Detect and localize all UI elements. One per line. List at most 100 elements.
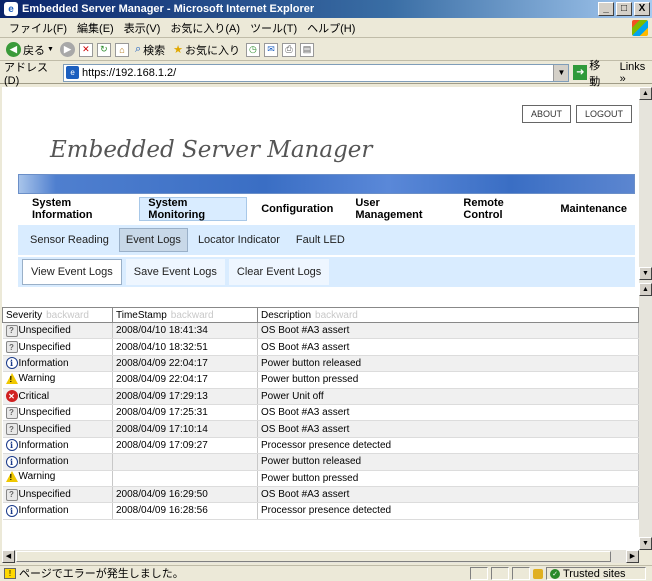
- tab-user-management[interactable]: User Management: [347, 197, 449, 221]
- about-button[interactable]: ABOUT: [522, 105, 572, 123]
- warning-icon: !: [5, 471, 18, 483]
- table-row[interactable]: ? Unspecified 2008/04/10 18:41:34 OS Boot #…: [2, 322, 639, 340]
- tab-sensor-reading[interactable]: Sensor Reading: [24, 228, 115, 252]
- status-message: ページでエラーが発生しました。: [19, 568, 184, 580]
- scroll-up-icon-2[interactable]: ▲: [639, 283, 652, 296]
- back-label: 戻る: [23, 44, 45, 57]
- severity-cell: ? Unspecified: [2, 420, 113, 438]
- severity-label: Warning: [18, 471, 56, 483]
- favorites-label: お気に入り: [184, 44, 240, 57]
- severity-wrapper: i Information: [5, 504, 69, 517]
- history-icon[interactable]: ◷: [245, 42, 260, 57]
- severity-label: Information: [18, 505, 69, 517]
- tab-maintenance[interactable]: Maintenance: [552, 197, 635, 221]
- tab-configuration[interactable]: Configuration: [253, 197, 341, 221]
- tab-remote-control[interactable]: Remote Control: [455, 197, 546, 221]
- timestamp-cell: 2008/04/09 17:09:27: [112, 437, 258, 455]
- unspecified-icon: ?: [5, 324, 18, 337]
- tab-event-logs[interactable]: Event Logs: [118, 228, 188, 252]
- tab-view-event-logs[interactable]: View Event Logs: [22, 259, 122, 285]
- tab-clear-event-logs[interactable]: Clear Event Logs: [228, 259, 330, 285]
- search-icon: ⌕: [134, 43, 142, 55]
- timestamp-cell: 2008/04/09 22:04:17: [112, 371, 258, 389]
- scroll-down-icon[interactable]: ▼: [639, 267, 652, 280]
- table-row[interactable]: ! Warning Power button pressed: [2, 470, 639, 487]
- table-row[interactable]: ? Unspecified 2008/04/09 16:29:50 OS Boot #…: [2, 486, 639, 504]
- menu-file[interactable]: ファイル(F): [4, 20, 72, 36]
- severity-label: Unspecified: [18, 489, 71, 501]
- main-tabs: System Information System Monitoring Con…: [18, 194, 635, 224]
- print-icon[interactable]: ⎙: [281, 42, 296, 57]
- timestamp-column-header[interactable]: TimeStamp backward: [112, 307, 258, 323]
- table-row[interactable]: i Information 2008/04/09 16:28:56 Processor…: [2, 502, 639, 520]
- logout-button[interactable]: LOGOUT: [576, 105, 633, 123]
- description-cell: Power Unit off: [257, 388, 639, 405]
- menu-view[interactable]: 表示(V): [119, 20, 166, 36]
- vertical-scrollbar[interactable]: ▲ ▼ ▲ ▼: [639, 87, 652, 550]
- description-column-header[interactable]: Description backward: [257, 307, 639, 323]
- maximize-button[interactable]: □: [616, 2, 632, 16]
- tab-locator-indicator[interactable]: Locator Indicator: [192, 228, 286, 252]
- links-button[interactable]: Links »: [620, 61, 652, 85]
- scroll-right-icon[interactable]: ▶: [626, 550, 639, 563]
- error-warning-icon[interactable]: !: [4, 567, 16, 579]
- table-row[interactable]: ! Warning 2008/04/09 22:04:17 Power button …: [2, 371, 639, 389]
- minimize-button[interactable]: _: [598, 2, 614, 16]
- tab-system-monitoring[interactable]: System Monitoring: [139, 197, 248, 221]
- close-button[interactable]: X: [634, 2, 650, 16]
- mail-icon[interactable]: ✉: [263, 42, 278, 57]
- back-button[interactable]: ◀ 戻る ▼: [4, 42, 56, 58]
- severity-wrapper: i Information: [5, 455, 69, 468]
- table-row[interactable]: ? Unspecified 2008/04/09 17:10:14 OS Boot #…: [2, 420, 639, 438]
- refresh-icon[interactable]: ↻: [96, 42, 111, 57]
- severity-wrapper: ! Warning: [5, 372, 55, 384]
- lock-icon[interactable]: [533, 568, 543, 579]
- menu-edit[interactable]: 編集(E): [72, 20, 119, 36]
- stop-icon[interactable]: ✕: [78, 42, 93, 57]
- status-zones: ✓ Trusted sites: [470, 567, 646, 580]
- tab-system-information[interactable]: System Information: [24, 197, 133, 221]
- menu-help[interactable]: ヘルプ(H): [302, 20, 360, 36]
- go-button[interactable]: ➜ 移動: [573, 57, 609, 89]
- tab-save-event-logs[interactable]: Save Event Logs: [125, 259, 225, 285]
- severity-wrapper: ? Unspecified: [5, 488, 71, 501]
- table-row[interactable]: ? Unspecified 2008/04/10 18:32:51 OS Boot #…: [2, 338, 639, 356]
- scroll-down-icon-2[interactable]: ▼: [639, 537, 652, 550]
- table-row[interactable]: i Information 2008/04/09 22:04:17 Power but…: [2, 355, 639, 373]
- severity-cell: ? Unspecified: [2, 322, 113, 340]
- table-row[interactable]: i Information 2008/04/09 17:09:27 Processor…: [2, 437, 639, 455]
- severity-cell: ✕ Critical: [2, 388, 113, 405]
- severity-column-header[interactable]: Severity backward: [2, 307, 113, 323]
- severity-cell: ? Unspecified: [2, 338, 113, 356]
- description-sort-link[interactable]: backward: [315, 310, 358, 321]
- timestamp-sort-link[interactable]: backward: [171, 310, 214, 321]
- timestamp-cell: 2008/04/09 17:29:13: [112, 388, 258, 405]
- security-zone[interactable]: ✓ Trusted sites: [546, 567, 646, 580]
- edit-icon[interactable]: ▤: [299, 42, 314, 57]
- address-dropdown-icon[interactable]: ▼: [553, 64, 569, 81]
- unspecified-icon: ?: [5, 406, 18, 419]
- menu-favorites[interactable]: お気に入り(A): [165, 20, 245, 36]
- severity-wrapper: i Information: [5, 439, 69, 452]
- horizontal-scroll-thumb[interactable]: [16, 551, 611, 562]
- scroll-left-icon[interactable]: ◀: [2, 550, 15, 563]
- zone-label: Trusted sites: [563, 567, 626, 580]
- severity-sort-link[interactable]: backward: [46, 310, 89, 321]
- description-cell: OS Boot #A3 assert: [257, 322, 639, 340]
- favorites-button[interactable]: ★ お気に入り: [171, 42, 242, 58]
- info-icon: i: [5, 455, 18, 468]
- status-bar: ! ページでエラーが発生しました。 ✓ Trusted sites: [0, 565, 652, 580]
- table-row[interactable]: i Information Power button released: [2, 453, 639, 471]
- warning-icon: !: [5, 372, 18, 384]
- tab-fault-led[interactable]: Fault LED: [290, 228, 351, 252]
- table-row[interactable]: ? Unspecified 2008/04/09 17:25:31 OS Boot #…: [2, 404, 639, 422]
- scroll-up-icon[interactable]: ▲: [639, 87, 652, 100]
- address-input[interactable]: e https://192.168.1.2/ ▼: [63, 63, 570, 82]
- menu-tools[interactable]: ツール(T): [245, 20, 302, 36]
- forward-button[interactable]: ▶: [59, 42, 75, 57]
- table-row[interactable]: ✕ Critical 2008/04/09 17:29:13 Power Unit o…: [2, 388, 639, 405]
- horizontal-scrollbar[interactable]: ◀ ▶: [2, 550, 639, 563]
- search-button[interactable]: ⌕ 検索: [133, 42, 167, 58]
- title-bar: e Embedded Server Manager - Microsoft In…: [0, 0, 652, 18]
- home-icon[interactable]: ⌂: [114, 42, 129, 57]
